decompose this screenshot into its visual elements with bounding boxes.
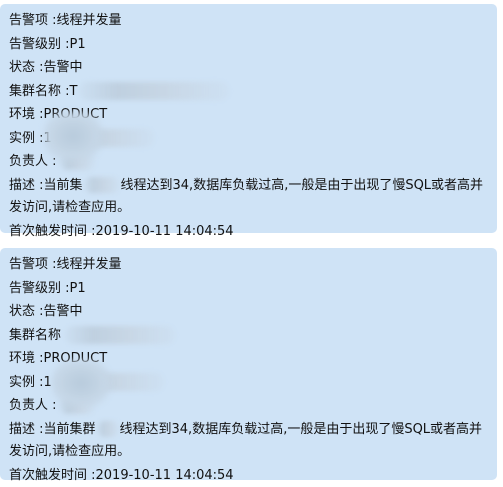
cluster-name-line: 集群名称 :T [9, 80, 489, 104]
status-line: 状态 :告警中 [9, 300, 489, 324]
alert-item-line: 告警项 :线程并发量 [9, 253, 489, 277]
description-line: 描述 :当前集群线程达到34,数据库负载过高,一般是由于出现了慢SQL或者高并发… [9, 418, 489, 464]
redaction-blur [52, 360, 110, 406]
description-text-start: 描述 :当前集群 [9, 422, 96, 437]
redacted-description [97, 421, 119, 437]
owner-text: 负责人 : [9, 154, 57, 169]
cluster-name-text: 集群名称 [9, 328, 61, 343]
alert-level-line: 告警级别 :P1 [9, 33, 489, 57]
alert-message-card: 告警项 :线程并发量 告警级别 :P1 状态 :告警中 集群名称 :T 环境 :… [0, 4, 497, 233]
alert-message-card: 告警项 :线程并发量 告警级别 :P1 状态 :告警中 集群名称 环境 :PRO… [0, 248, 497, 480]
status-line: 状态 :告警中 [9, 56, 489, 80]
redaction-blur [44, 112, 102, 160]
alert-item-line: 告警项 :线程并发量 [9, 9, 489, 33]
cluster-name-line: 集群名称 [9, 324, 489, 348]
alert-level-line: 告警级别 :P1 [9, 277, 489, 301]
redacted-cluster-name [65, 326, 175, 344]
cluster-name-text: 集群名称 :T [9, 84, 77, 99]
instance-text: 实例 :1 [9, 375, 52, 390]
description-line: 描述 :当前集线程达到34,数据库负载过高,一般是由于出现了慢SQL或者高并发访… [9, 174, 489, 220]
first-triggered-line: 首次触发时间 :2019-10-11 14:04:54 [9, 220, 489, 244]
description-text-start: 描述 :当前集 [9, 178, 83, 193]
redacted-cluster-name [79, 82, 229, 100]
first-triggered-line: 首次触发时间 :2019-10-11 14:04:54 [9, 464, 489, 487]
owner-text: 负责人 : [9, 398, 57, 413]
redacted-description [84, 177, 120, 193]
